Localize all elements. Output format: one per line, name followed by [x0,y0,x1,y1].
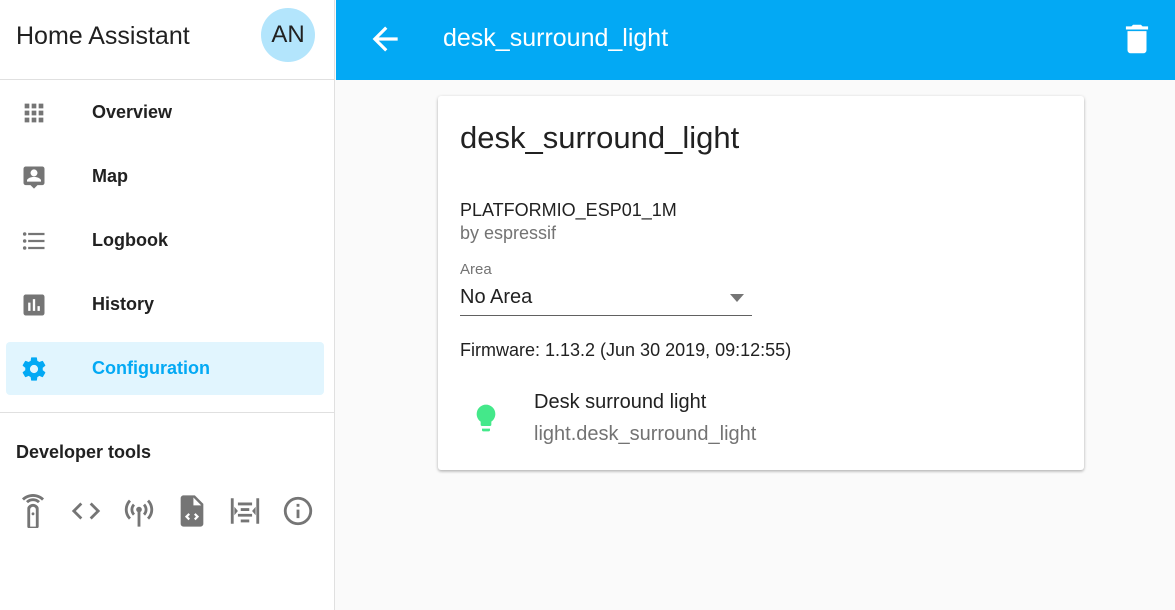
sidebar-item-configuration[interactable]: Configuration [6,342,324,395]
sidebar-header: Home Assistant AN [0,0,334,80]
file-code-icon[interactable] [175,492,209,530]
developer-tools-title: Developer tools [16,442,152,462]
entity-name: Desk surround light [534,391,707,413]
app-title: Home Assistant [16,22,190,50]
access-point-icon[interactable] [122,492,156,530]
info-outline-icon[interactable] [281,492,315,530]
apps-icon [24,103,44,123]
area-label: Area [460,261,492,278]
device-manufacturer: by espressif [460,223,557,243]
sidebar-item-overview[interactable]: Overview [6,86,324,139]
device-name: desk_surround_light [460,120,740,155]
code-tags-icon[interactable] [69,492,103,530]
device-model: PLATFORMIO_ESP01_1M [460,200,677,220]
sidebar-item-label: Map [92,166,128,186]
settings-icon [22,357,46,381]
sidebar: Home Assistant AN Overview Map Logbook H… [0,0,335,610]
avatar[interactable]: AN [261,8,315,62]
sidebar-nav: Overview Map Logbook History Configurati… [0,86,334,406]
developer-tools-bar [16,492,326,532]
dropdown-caret-icon [730,294,744,302]
entity-row[interactable]: Desk surround light light.desk_surround_… [438,386,1084,456]
back-arrow-icon[interactable] [366,20,404,58]
sidebar-item-label: Logbook [92,230,168,250]
lightbulb-icon [476,404,496,432]
app-toolbar: desk_surround_light [336,0,1175,80]
chart-box-icon [23,294,45,316]
entity-id: light.desk_surround_light [534,423,757,445]
sidebar-item-logbook[interactable]: Logbook [6,214,324,267]
sidebar-item-label: Overview [92,102,173,122]
view-split-icon[interactable] [228,492,262,530]
page-title: desk_surround_light [443,24,669,52]
sidebar-item-label: Configuration [92,358,210,378]
area-value: No Area [460,286,533,308]
sidebar-item-label: History [92,294,155,314]
format-list-bulleted-icon [22,232,45,250]
device-card: desk_surround_light PLATFORMIO_ESP01_1M … [438,96,1084,470]
sidebar-item-map[interactable]: Map [6,150,324,203]
delete-icon[interactable] [1118,20,1156,58]
account-box-icon [23,166,45,189]
sidebar-item-history[interactable]: History [6,278,324,331]
remote-icon[interactable] [16,492,50,530]
sidebar-divider [0,412,334,413]
firmware-info: Firmware: 1.13.2 (Jun 30 2019, 09:12:55) [460,340,792,360]
area-dropdown[interactable]: No Area [460,282,752,316]
